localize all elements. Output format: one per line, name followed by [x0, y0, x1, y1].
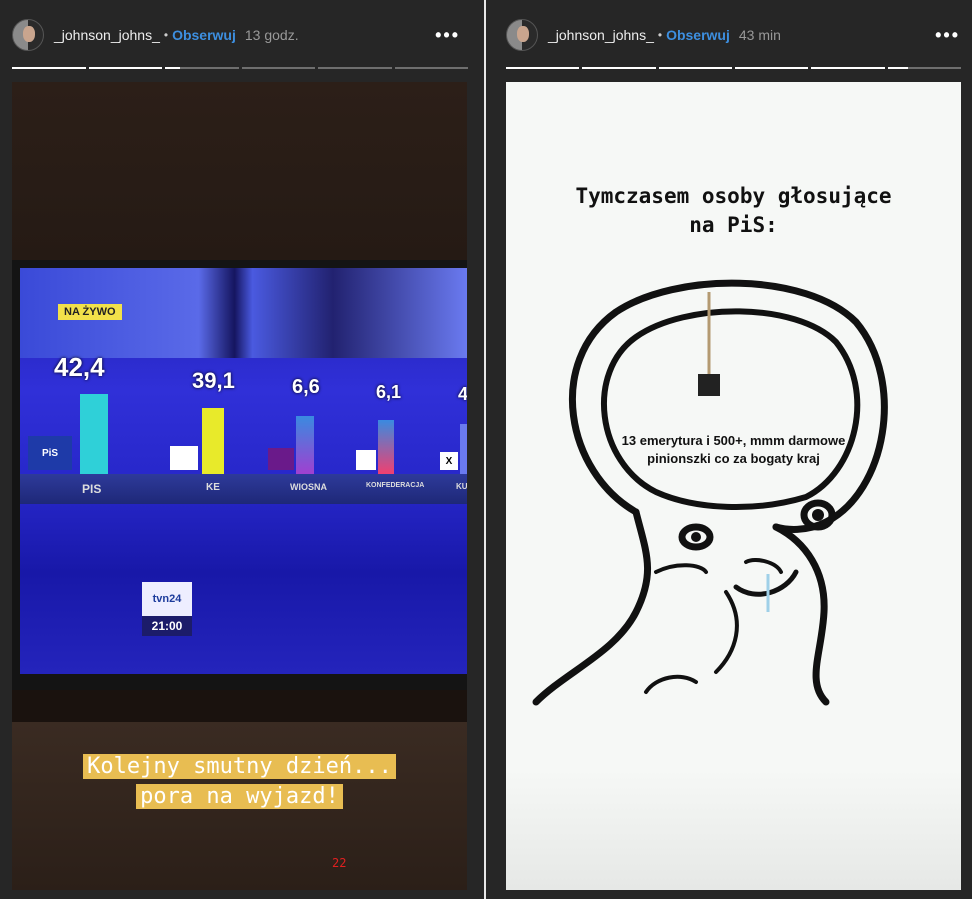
post-time: 13 godz. [244, 27, 299, 43]
value-pis: 42,4 [54, 352, 105, 382]
separator-dot: • [163, 28, 169, 42]
tvn24-logo: tvn24 21:00 [142, 582, 192, 636]
logo-kukiz: X [440, 452, 458, 470]
story-progress [506, 67, 961, 69]
separator-dot: • [657, 28, 663, 42]
progress-segment-6[interactable] [887, 67, 961, 69]
progress-segment-6[interactable] [394, 67, 468, 69]
progress-fill [734, 67, 809, 69]
meme-title: Tymczasem osoby głosujące na PiS: [506, 182, 961, 240]
progress-fill [887, 67, 909, 69]
meme-title-line-2: na PiS: [689, 213, 778, 237]
more-options-icon[interactable]: ••• [435, 25, 460, 46]
progress-fill [506, 67, 580, 69]
bar-pis [80, 394, 108, 474]
story-header: _johnson_johns_ • Obserwuj 13 godz. ••• [12, 18, 474, 52]
progress-segment-5[interactable] [811, 67, 885, 69]
progress-segment-3[interactable] [658, 67, 732, 69]
progress-segment-1[interactable] [12, 67, 86, 69]
label-pis: PIS [82, 482, 102, 496]
bar-konfederacja [378, 420, 394, 474]
avatar[interactable] [506, 19, 538, 51]
wojak-drawing [532, 279, 888, 706]
post-time: 43 min [738, 27, 781, 43]
follow-button[interactable]: Obserwuj [172, 27, 236, 43]
led-display: 22 [332, 856, 347, 870]
logo-ke [170, 446, 198, 470]
progress-segment-4[interactable] [734, 67, 809, 69]
tv-clock: 21:00 [151, 619, 183, 633]
thought-text: 13 emerytura i 500+, mmm darmowe pinions… [506, 432, 961, 468]
label-ke: KE [206, 482, 220, 493]
party-labels: PIS KE WIOSNA KONFEDERACJA KUK [20, 474, 467, 504]
thought-text-line-2: pinionszki co za bogaty kraj [647, 451, 820, 466]
label-kukiz: KUK [456, 482, 467, 491]
story-media-photo[interactable]: NA ŻYWO 42,4 PiS 39,1 6,6 6,1 4, [12, 82, 467, 890]
progress-fill [12, 67, 86, 69]
progress-segment-2[interactable] [88, 67, 162, 69]
logo-konfederacja [356, 450, 376, 470]
progress-segment-1[interactable] [506, 67, 580, 69]
progress-segment-4[interactable] [241, 67, 315, 69]
progress-segment-3[interactable] [165, 67, 239, 69]
label-wiosna: WIOSNA [290, 482, 327, 492]
results-chart: 42,4 PiS 39,1 6,6 6,1 4, X [20, 344, 467, 474]
avatar[interactable] [12, 19, 44, 51]
bar-ke [202, 408, 224, 474]
story-panel-left[interactable]: _johnson_johns_ • Obserwuj 13 godz. ••• … [0, 0, 486, 899]
value-ke: 39,1 [192, 368, 235, 393]
label-konfederacja: KONFEDERACJA [366, 482, 425, 489]
progress-fill [582, 67, 656, 69]
progress-fill [88, 67, 162, 69]
username-link[interactable]: _johnson_johns_ [54, 27, 160, 43]
story-progress [12, 67, 468, 69]
story-media-meme[interactable]: Tymczasem osoby głosujące na PiS: 13 eme… [506, 82, 961, 890]
story-header: _johnson_johns_ • Obserwuj 43 min ••• [506, 18, 960, 52]
progress-segment-5[interactable] [318, 67, 392, 69]
meme-title-line-1: Tymczasem osoby głosujące [575, 184, 892, 208]
caption-line-1: Kolejny smutny dzień... [83, 754, 396, 779]
bar-kukiz [460, 424, 467, 474]
story-caption: Kolejny smutny dzień... pora na wyjazd! [12, 752, 467, 812]
bar-wiosna [296, 416, 314, 474]
progress-fill [165, 67, 180, 69]
live-badge: NA ŻYWO [58, 304, 122, 320]
value-konfederacja: 6,1 [376, 382, 402, 402]
logo-pis: PiS [28, 436, 72, 470]
logo-wiosna [268, 448, 294, 470]
television: NA ŻYWO 42,4 PiS 39,1 6,6 6,1 4, [12, 260, 467, 690]
tv-screen: NA ŻYWO 42,4 PiS 39,1 6,6 6,1 4, [20, 268, 467, 674]
progress-fill [658, 67, 732, 69]
progress-segment-2[interactable] [582, 67, 656, 69]
caption-line-2: pora na wyjazd! [136, 784, 343, 809]
channel-name: tvn24 [142, 582, 192, 616]
follow-button[interactable]: Obserwuj [666, 27, 730, 43]
value-wiosna: 6,6 [292, 376, 320, 398]
progress-fill [811, 67, 885, 69]
story-panel-right[interactable]: _johnson_johns_ • Obserwuj 43 min ••• Ty… [486, 0, 972, 899]
username-link[interactable]: _johnson_johns_ [548, 27, 654, 43]
thought-text-line-1: 13 emerytura i 500+, mmm darmowe [621, 433, 846, 448]
more-options-icon[interactable]: ••• [935, 25, 960, 46]
value-kukiz: 4, [458, 384, 467, 404]
